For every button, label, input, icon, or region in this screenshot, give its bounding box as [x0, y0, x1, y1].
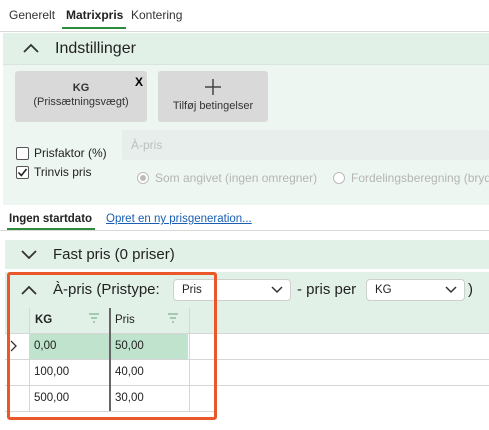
- trinvis-pris-label: Trinvis pris: [34, 165, 92, 179]
- chevron-down-icon: [445, 286, 457, 294]
- closing-paren: ): [468, 281, 473, 298]
- chevron-down-icon: [271, 286, 283, 294]
- radio-som-angivet-label: Som angivet (ingen omregner): [155, 171, 318, 185]
- create-price-generation-link[interactable]: Opret en ny prisgeneration...: [106, 213, 252, 225]
- radio-selected-dot: [140, 175, 146, 181]
- active-tab-indicator: [62, 27, 126, 29]
- plus-icon: [158, 78, 268, 99]
- condition-description: (Prissætningsvægt): [33, 96, 129, 108]
- remove-condition-icon[interactable]: X: [135, 75, 143, 89]
- pris-per-label: - pris per: [297, 281, 357, 298]
- unit-select[interactable]: KG: [366, 279, 465, 301]
- top-tab-bar: Generelt Matrixpris Kontering: [0, 0, 489, 32]
- checkmark-icon: [17, 168, 28, 177]
- highlight-annotation-box: [7, 272, 217, 420]
- add-condition-button[interactable]: Tilføj betingelser: [158, 71, 268, 122]
- subtabs-divider: [0, 230, 489, 231]
- apris-field-label: À-pris: [131, 138, 163, 152]
- condition-kg-button[interactable]: KG (Prissætningsvægt) X: [15, 71, 147, 122]
- prisfaktor-label: Prisfaktor (%): [34, 146, 107, 160]
- condition-name: KG: [72, 82, 90, 94]
- chevron-down-icon[interactable]: [21, 250, 37, 260]
- add-condition-label: Tilføj betingelser: [172, 100, 254, 112]
- settings-title: Indstillinger: [55, 40, 136, 57]
- tab-kontering[interactable]: Kontering: [131, 8, 182, 22]
- radio-fordelingsberegning-label: Fordelingsberegning (bryd: [351, 171, 489, 185]
- apris-field[interactable]: À-pris: [122, 130, 489, 160]
- chevron-up-icon[interactable]: [23, 43, 39, 53]
- settings-header[interactable]: Indstillinger: [3, 33, 489, 65]
- fast-pris-section[interactable]: Fast pris (0 priser): [5, 240, 489, 269]
- radio-fordelingsberegning[interactable]: [333, 172, 345, 184]
- radio-som-angivet[interactable]: [137, 172, 149, 184]
- trinvis-pris-checkbox[interactable]: [16, 166, 29, 179]
- tab-matrixpris[interactable]: Matrixpris: [66, 8, 123, 22]
- prisfaktor-checkbox[interactable]: [16, 147, 29, 160]
- settings-panel: Indstillinger KG (Prissætningsvægt) X Ti…: [3, 33, 489, 205]
- fast-pris-title: Fast pris (0 priser): [53, 246, 175, 263]
- subtab-ingen-startdato[interactable]: Ingen startdato: [9, 213, 92, 225]
- unit-value: KG: [375, 284, 392, 296]
- tab-generelt[interactable]: Generelt: [9, 8, 55, 22]
